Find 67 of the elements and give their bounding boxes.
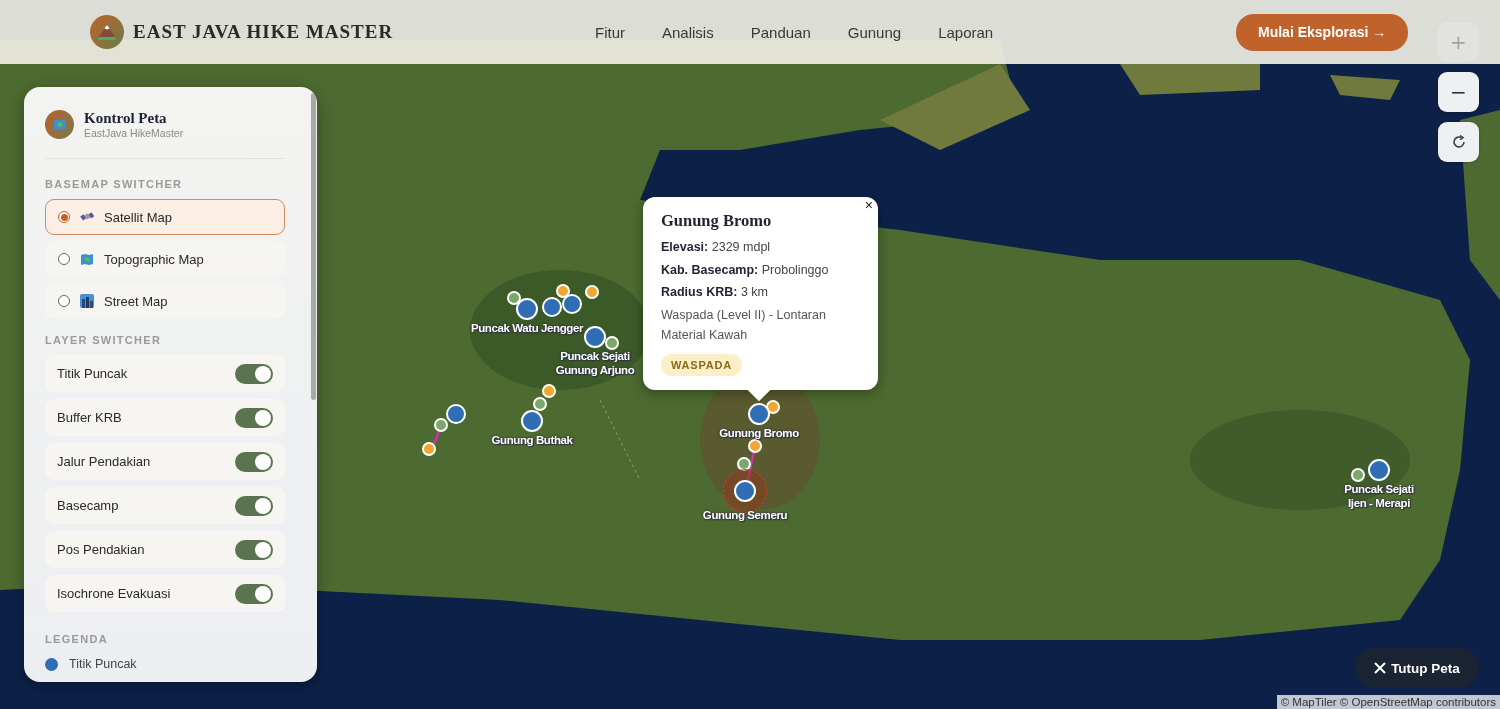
summit-label: Puncak Sejati Gunung Arjuno — [555, 349, 635, 377]
layer-label: Pos Pendakian — [57, 542, 145, 557]
layer-toggle[interactable] — [235, 539, 273, 560]
trail-post-point[interactable] — [1351, 468, 1365, 482]
mountain-logo-icon — [90, 15, 124, 49]
summit-label: Gunung Semeru — [701, 508, 789, 522]
reset-view-button[interactable] — [1438, 122, 1479, 162]
layer-toggle[interactable] — [235, 495, 273, 516]
section-heading: LEGENDA — [45, 633, 109, 645]
refresh-icon — [1450, 134, 1467, 150]
status-description: Waspada (Level II) - Lontaran Material Kawah — [661, 306, 827, 344]
detail-line: Elevasi: 2329 mdpl — [661, 239, 772, 256]
summit-label: Gunung Buthak — [490, 433, 574, 447]
basemap-option[interactable]: Street Map — [45, 283, 285, 319]
close-button[interactable]: × — [861, 197, 876, 213]
layer-label: Jalur Pendakian — [57, 454, 151, 469]
map-icon — [52, 117, 67, 131]
panel-subtitle: EastJava HikeMaster — [84, 127, 184, 139]
layer-toggle[interactable] — [235, 363, 273, 384]
map-icon — [80, 252, 94, 266]
radio-button[interactable] — [58, 253, 70, 265]
radio-button[interactable] — [58, 211, 70, 223]
layer-toggle[interactable] — [235, 583, 273, 604]
basemap-option[interactable]: Satellit Map — [45, 199, 285, 235]
layer-label: Isochrone Evakuasi — [57, 586, 171, 601]
zoom-out-button[interactable]: − — [1438, 72, 1479, 112]
popup-title: Gunung Bromo — [661, 211, 773, 231]
section-heading: LAYER SWITCHER — [45, 334, 163, 346]
island — [1330, 75, 1400, 100]
basecamp-point[interactable] — [422, 442, 436, 456]
trail-post-point[interactable] — [533, 397, 547, 411]
start-exploring-button[interactable]: Mulai Eksplorasi → — [1236, 13, 1409, 51]
summit-label: Puncak Watu Jengger — [469, 321, 585, 335]
basecamp-point[interactable] — [585, 285, 599, 299]
basemap-option[interactable]: Topographic Map — [45, 241, 285, 277]
layer-toggle[interactable] — [235, 451, 273, 472]
status-badge: WASPADA — [661, 353, 742, 376]
nav-link[interactable]: Panduan — [750, 23, 811, 41]
scrollbar[interactable] — [311, 93, 316, 400]
close-icon — [1374, 662, 1387, 674]
basecamp-point[interactable] — [542, 384, 556, 398]
trail-post-point[interactable] — [737, 457, 751, 471]
map-attribution: © MapTiler © OpenStreetMap contributors — [1276, 695, 1500, 709]
close-map-button[interactable]: Tutup Peta — [1355, 648, 1479, 688]
legend-label: Titik Puncak — [69, 657, 137, 671]
nav-link[interactable]: Gunung — [847, 23, 902, 41]
section-heading: BASEMAP SWITCHER — [45, 178, 184, 190]
detail-line: Kab. Basecamp: Probolinggo — [661, 261, 830, 279]
trail-post-point[interactable] — [434, 418, 448, 432]
layer-toggle[interactable] — [235, 407, 273, 428]
detail-line: Radius KRB: 3 km — [661, 284, 769, 301]
nav-link[interactable]: Laporan — [938, 23, 994, 41]
basecamp-point[interactable] — [748, 439, 762, 453]
trail-post-point[interactable] — [605, 336, 619, 350]
layer-label: Buffer KRB — [57, 410, 122, 425]
city-icon — [80, 294, 94, 308]
nav-link[interactable]: Analisis — [662, 23, 714, 41]
radio-button[interactable] — [58, 295, 70, 307]
nav-link[interactable]: Fitur — [595, 23, 625, 41]
trail-post-point[interactable] — [507, 291, 521, 305]
panel-title: Kontrol Peta — [84, 109, 168, 127]
layer-label: Basecamp — [57, 498, 119, 513]
brand-name: EAST JAVA HIKE MASTER — [133, 21, 394, 43]
layer-label: Titik Puncak — [57, 366, 128, 381]
basecamp-point[interactable] — [556, 284, 570, 298]
summit-label: Puncak Sejati Ijen - Merapi — [1343, 482, 1415, 510]
summit-label: Gunung Bromo — [718, 426, 800, 440]
